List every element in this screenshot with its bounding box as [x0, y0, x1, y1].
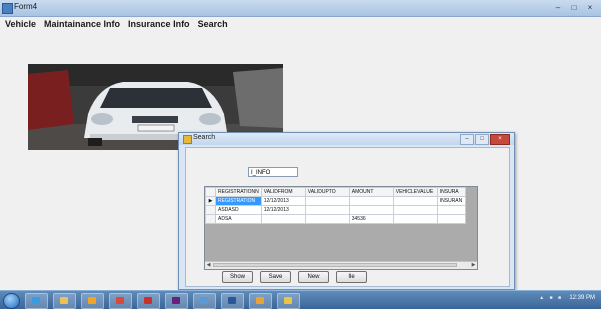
- start-button[interactable]: [3, 293, 20, 309]
- word-icon[interactable]: [221, 293, 244, 309]
- table-cell[interactable]: [260, 214, 306, 224]
- table-cell[interactable]: ADSA: [215, 214, 262, 224]
- table-cell[interactable]: INSURAN: [436, 196, 466, 206]
- column-header[interactable]: AMOUNT: [348, 187, 394, 197]
- internet-explorer-icon[interactable]: [25, 293, 48, 309]
- current-row-indicator: ▶: [205, 196, 216, 206]
- horizontal-scrollbar[interactable]: ◀ ▶: [205, 261, 477, 269]
- dialog-button-row: Show Save New Ile: [222, 271, 367, 283]
- taskbar-clock[interactable]: 12:39 PM: [569, 295, 595, 301]
- outlook-icon[interactable]: [277, 293, 300, 309]
- powerpoint-icon[interactable]: [137, 293, 160, 309]
- maximize-button[interactable]: □: [567, 2, 581, 13]
- paint-icon[interactable]: [193, 293, 216, 309]
- column-header[interactable]: VALIDFROM: [260, 187, 306, 197]
- table-cell[interactable]: 12/12/2013: [260, 205, 306, 215]
- save-button[interactable]: Save: [260, 271, 291, 283]
- window-title: Form4: [14, 2, 38, 11]
- column-header[interactable]: VEHICLEVALUE: [392, 187, 438, 197]
- minimize-button[interactable]: –: [551, 2, 565, 13]
- media-player-icon[interactable]: [81, 293, 104, 309]
- main-titlebar: Form4 – □ ×: [0, 0, 601, 17]
- dialog-title: Search: [193, 134, 216, 141]
- dialog-app-icon: [183, 135, 192, 144]
- menu-maintainance-info[interactable]: Maintainance Info: [44, 17, 120, 31]
- menu-search[interactable]: Search: [198, 17, 228, 31]
- table-row[interactable]: ADSA 34536: [205, 214, 466, 224]
- table-cell[interactable]: 34536: [348, 214, 394, 224]
- results-table: REGISTRATIONN VALIDFROM VALIDUPTO AMOUNT…: [205, 187, 466, 224]
- table-cell[interactable]: [304, 214, 350, 224]
- results-grid[interactable]: REGISTRATIONN VALIDFROM VALIDUPTO AMOUNT…: [204, 186, 478, 270]
- table-cell[interactable]: [348, 196, 394, 206]
- taskbar-pinned-apps: [25, 293, 300, 309]
- scroll-left-arrow-icon[interactable]: ◀: [205, 262, 212, 269]
- column-header[interactable]: VALIDUPTO: [304, 187, 350, 197]
- scrollbar-thumb[interactable]: [213, 263, 457, 267]
- menu-bar: Vehicle Maintainance Info Insurance Info…: [0, 17, 601, 31]
- explorer-folder-icon[interactable]: [53, 293, 76, 309]
- column-header[interactable]: REGISTRATIONN: [215, 187, 262, 197]
- ile-button[interactable]: Ile: [336, 271, 367, 283]
- table-cell[interactable]: [392, 196, 438, 206]
- menu-insurance-info[interactable]: Insurance Info: [128, 17, 190, 31]
- table-row[interactable]: ▶ REGISTRATION 12/12/2013 INSURAN: [205, 196, 466, 206]
- table-cell[interactable]: [304, 205, 350, 215]
- dialog-maximize-button[interactable]: □: [475, 134, 489, 145]
- column-header[interactable]: INSURA: [436, 187, 466, 197]
- scroll-right-arrow-icon[interactable]: ▶: [470, 262, 477, 269]
- system-tray-icons[interactable]: ▲ ■ ■: [539, 295, 563, 301]
- dialog-close-button[interactable]: ×: [490, 134, 510, 145]
- table-cell[interactable]: [304, 196, 350, 206]
- dialog-window-controls: – □ ×: [460, 134, 510, 145]
- table-cell[interactable]: REGISTRATION: [215, 196, 262, 206]
- table-cell[interactable]: ASDASD: [215, 205, 262, 215]
- new-button[interactable]: New: [298, 271, 329, 283]
- search-dialog: Search – □ × I_INFO REGISTRATIONN VALIDF…: [178, 132, 515, 290]
- close-button[interactable]: ×: [583, 2, 597, 13]
- show-button[interactable]: Show: [222, 271, 253, 283]
- table-cell[interactable]: [392, 205, 438, 215]
- search-input[interactable]: I_INFO: [248, 167, 298, 177]
- row-header-corner: [205, 187, 216, 197]
- visual-studio-icon[interactable]: [165, 293, 188, 309]
- row-header: [205, 205, 216, 215]
- row-header: [205, 214, 216, 224]
- window-controls: – □ ×: [551, 2, 597, 13]
- chrome-icon[interactable]: [109, 293, 132, 309]
- app-icon: [2, 3, 13, 14]
- dialog-minimize-button[interactable]: –: [460, 134, 474, 145]
- table-cell[interactable]: [348, 205, 394, 215]
- dialog-titlebar[interactable]: Search – □ ×: [179, 133, 514, 145]
- dialog-client-area: I_INFO REGISTRATIONN VALIDFROM VALIDUPTO…: [185, 147, 510, 287]
- menu-vehicle[interactable]: Vehicle: [5, 17, 36, 31]
- taskbar: ▲ ■ ■ 12:39 PM: [0, 290, 601, 309]
- excel-icon[interactable]: [249, 293, 272, 309]
- table-cell[interactable]: [436, 214, 466, 224]
- table-cell[interactable]: [436, 205, 466, 215]
- table-header-row: REGISTRATIONN VALIDFROM VALIDUPTO AMOUNT…: [205, 187, 466, 197]
- table-cell[interactable]: 12/12/2013: [260, 196, 306, 206]
- table-cell[interactable]: [392, 214, 438, 224]
- table-row[interactable]: ASDASD 12/12/2013: [205, 205, 466, 215]
